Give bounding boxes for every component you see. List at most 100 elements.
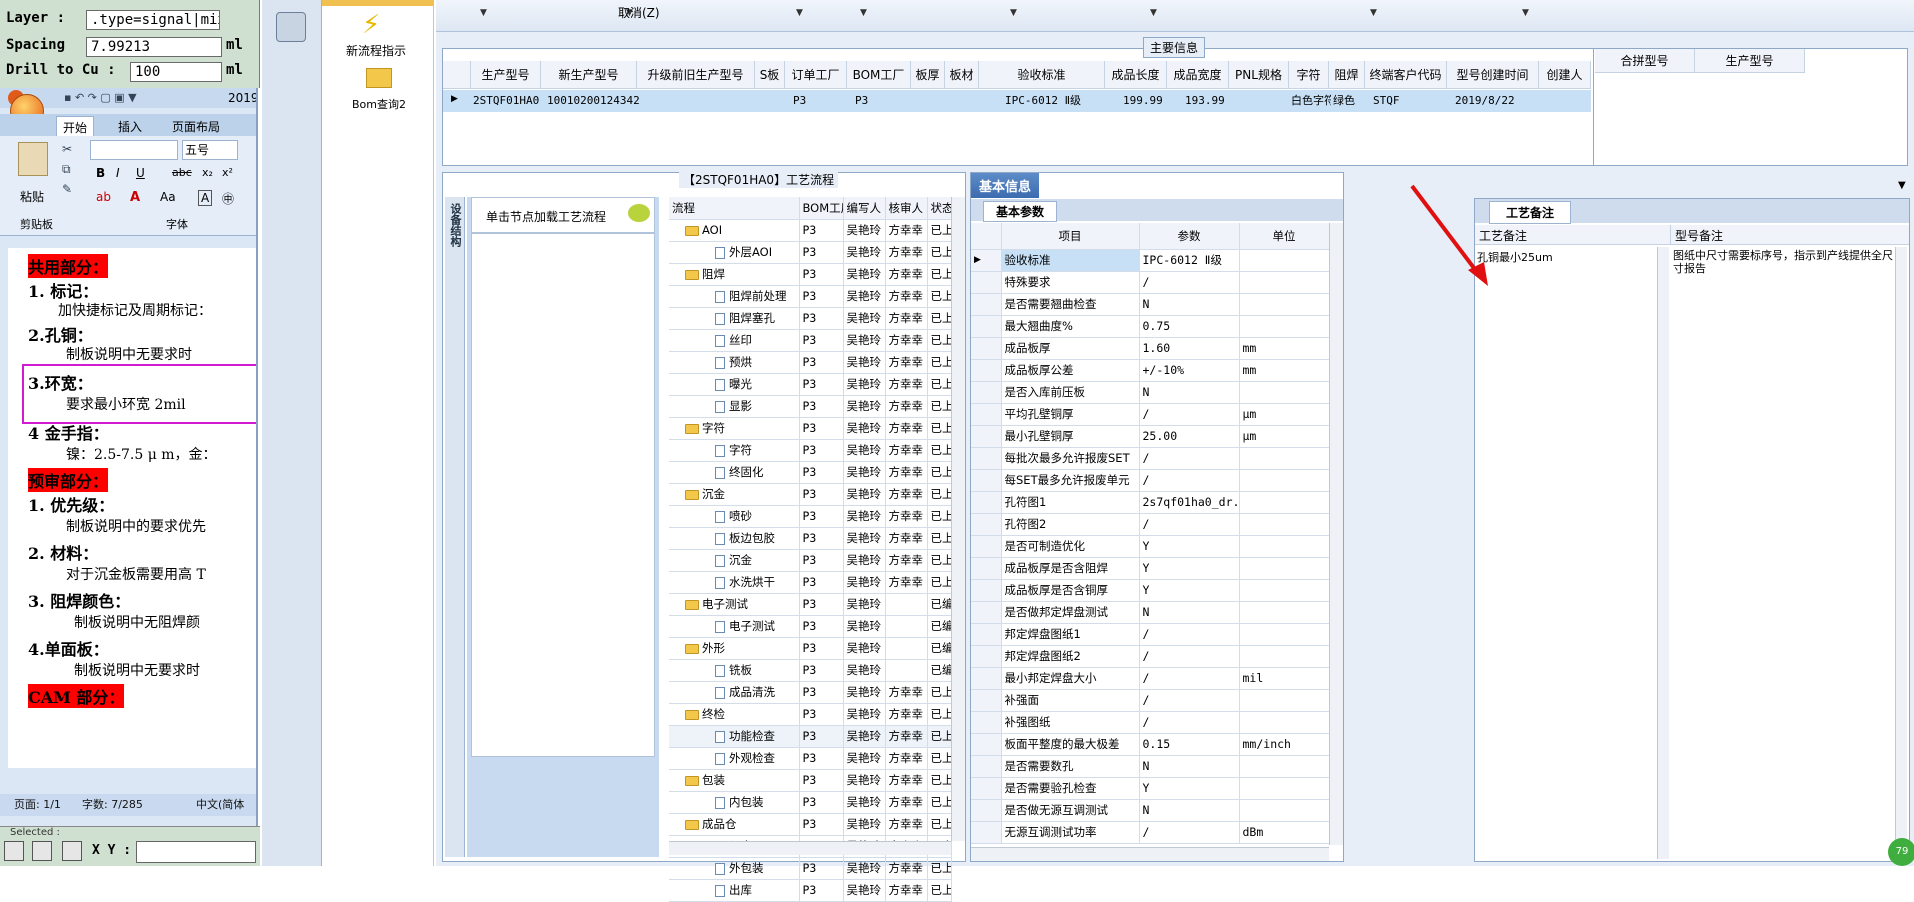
cell[interactable] xyxy=(1239,645,1329,668)
highlight-icon[interactable]: ab xyxy=(96,190,111,204)
cell[interactable]: mm xyxy=(1239,359,1329,382)
cell[interactable] xyxy=(1239,513,1329,536)
tree-node[interactable]: 电子测试 xyxy=(669,615,800,638)
basic-scrollbar[interactable] xyxy=(1329,223,1343,845)
cell[interactable] xyxy=(1239,447,1329,470)
paste-icon[interactable] xyxy=(18,142,48,176)
cell[interactable]: 吴艳玲 xyxy=(843,857,886,880)
cell[interactable]: 已上网 xyxy=(927,813,952,836)
cell[interactable]: mm/inch xyxy=(1239,733,1329,756)
cell[interactable] xyxy=(1239,381,1329,404)
cell[interactable]: 板面平整度的最大极差 xyxy=(1001,733,1140,756)
cell[interactable]: 是否做无源互调测试 xyxy=(1001,799,1140,822)
cell[interactable]: STQF xyxy=(1373,90,1433,112)
cell[interactable]: P3 xyxy=(799,549,844,572)
tree-node[interactable]: 铣板 xyxy=(669,659,800,682)
dropdown-arrow-icon[interactable]: ▼ xyxy=(796,8,803,18)
cell[interactable]: 白色字符 xyxy=(1291,90,1331,112)
col-header[interactable]: 创建人 xyxy=(1539,61,1591,89)
table-row[interactable]: 沉金 P3吴艳玲方幸幸已上网 xyxy=(669,483,952,506)
cell[interactable]: 2019/8/22 xyxy=(1455,90,1535,112)
cut-icon[interactable]: ✂ xyxy=(62,142,72,156)
cell[interactable] xyxy=(1239,535,1329,558)
cell[interactable]: 方幸幸 xyxy=(885,439,928,462)
tree-node[interactable]: 外层AOI xyxy=(669,241,800,264)
tool-icon[interactable] xyxy=(4,841,24,861)
cell[interactable]: Y xyxy=(1139,557,1240,580)
cell[interactable]: P3 xyxy=(799,747,844,770)
folder-icon[interactable] xyxy=(366,68,392,88)
cell[interactable] xyxy=(1239,315,1329,338)
table-row[interactable]: 成品板厚是否含铜厚 Y xyxy=(971,579,1329,602)
cell[interactable]: 方幸幸 xyxy=(885,483,928,506)
cell[interactable]: 是否入库前压板 xyxy=(1001,381,1140,404)
tree-node[interactable]: 内包装 xyxy=(669,791,800,814)
cell[interactable]: N xyxy=(1139,293,1240,316)
table-row[interactable]: 外层AOI P3吴艳玲方幸幸已上网 xyxy=(669,241,952,264)
dropdown-arrow-icon[interactable]: ▼ xyxy=(860,8,867,18)
col-header[interactable]: 型号创建时间 xyxy=(1447,61,1539,89)
cell[interactable]: 已上网 xyxy=(927,791,952,814)
enclose-char-icon[interactable]: ㊥ xyxy=(222,190,234,207)
table-row[interactable]: 外包装 P3吴艳玲方幸幸已上网 xyxy=(669,857,952,880)
cell[interactable]: 方幸幸 xyxy=(885,703,928,726)
table-row[interactable]: 终检 P3吴艳玲方幸幸已上网 xyxy=(669,703,952,726)
cell[interactable]: 吴艳玲 xyxy=(843,417,886,440)
calculator-icon[interactable] xyxy=(276,12,306,42)
cell[interactable]: 孔符图1 xyxy=(1001,491,1140,514)
layer-input[interactable]: .type=signal|mixed xyxy=(86,10,220,30)
cell[interactable]: 吴艳玲 xyxy=(843,373,886,396)
tab-insert[interactable]: 插入 xyxy=(112,116,148,137)
table-row[interactable]: 是否可制造优化 Y xyxy=(971,535,1329,558)
cell[interactable]: 方幸幸 xyxy=(885,395,928,418)
cell[interactable]: / xyxy=(1139,689,1240,712)
cell[interactable]: / xyxy=(1139,403,1240,426)
cell[interactable]: 1.60 xyxy=(1139,337,1240,360)
cell[interactable]: 吴艳玲 xyxy=(843,439,886,462)
table-row[interactable]: 每批次最多允许报废SET / xyxy=(971,447,1329,470)
cell[interactable]: 方幸幸 xyxy=(885,879,928,902)
table-row[interactable]: 是否入库前压板 N xyxy=(971,381,1329,404)
cell[interactable]: N xyxy=(1139,799,1240,822)
tab-process-notes[interactable]: 工艺备注 xyxy=(1489,201,1572,224)
col-header[interactable]: 编写人 xyxy=(843,197,886,220)
cell[interactable]: 方幸幸 xyxy=(885,505,928,528)
cell[interactable]: P3 xyxy=(799,703,844,726)
cell[interactable]: 方幸幸 xyxy=(885,747,928,770)
cell[interactable]: 方幸幸 xyxy=(885,813,928,836)
table-row[interactable]: 邦定焊盘图纸1/ xyxy=(971,623,1329,646)
table-row[interactable]: 喷砂 P3吴艳玲方幸幸已上网 xyxy=(669,505,952,528)
process-note-text[interactable]: 孔铜最小25um xyxy=(1477,249,1657,265)
table-row[interactable]: AOI P3吴艳玲方幸幸已上网 xyxy=(669,219,952,242)
tree-node[interactable]: 丝印 xyxy=(669,329,800,352)
table-row[interactable]: 阻焊塞孔 P3吴艳玲方幸幸已上网 xyxy=(669,307,952,330)
tab-home[interactable]: 开始 xyxy=(56,116,95,138)
cell[interactable]: 孔符图2 xyxy=(1001,513,1140,536)
cell[interactable]: P3 xyxy=(799,307,844,330)
model-note-text[interactable]: 图纸中尺寸需要标序号，指示到产线提供全尺寸报告 xyxy=(1673,249,1893,275)
cell[interactable]: 已上网 xyxy=(927,417,952,440)
cell[interactable]: P3 xyxy=(799,879,844,902)
cell[interactable]: / xyxy=(1139,821,1240,844)
cell[interactable]: 方幸幸 xyxy=(885,681,928,704)
cell[interactable]: 10010200124342 xyxy=(547,90,639,112)
cell[interactable]: 已上网 xyxy=(927,329,952,352)
cell[interactable]: P3 xyxy=(799,769,844,792)
cell[interactable]: N xyxy=(1139,601,1240,624)
table-row[interactable]: 沉金 P3吴艳玲方幸幸已上网 xyxy=(669,549,952,572)
cell[interactable]: 已上网 xyxy=(927,505,952,528)
cell[interactable]: P3 xyxy=(799,527,844,550)
process-hscrollbar[interactable] xyxy=(669,841,951,855)
cell[interactable]: 方幸幸 xyxy=(885,219,928,242)
cell[interactable] xyxy=(1239,557,1329,580)
cell[interactable]: 吴艳玲 xyxy=(843,329,886,352)
table-row[interactable]: 最小孔壁铜厚 25.00 μm xyxy=(971,425,1329,448)
cell[interactable]: 是否需要数孔 xyxy=(1001,755,1140,778)
table-row[interactable]: 是否做邦定焊盘测试 N xyxy=(971,601,1329,624)
cell[interactable]: P3 xyxy=(855,90,905,112)
cell[interactable] xyxy=(1239,689,1329,712)
col-header[interactable]: 成品长度 xyxy=(1105,61,1167,89)
cell[interactable]: 方幸幸 xyxy=(885,307,928,330)
col-header[interactable]: 升级前旧生产型号 xyxy=(637,61,755,89)
col-header[interactable]: 字符 xyxy=(1289,61,1329,89)
